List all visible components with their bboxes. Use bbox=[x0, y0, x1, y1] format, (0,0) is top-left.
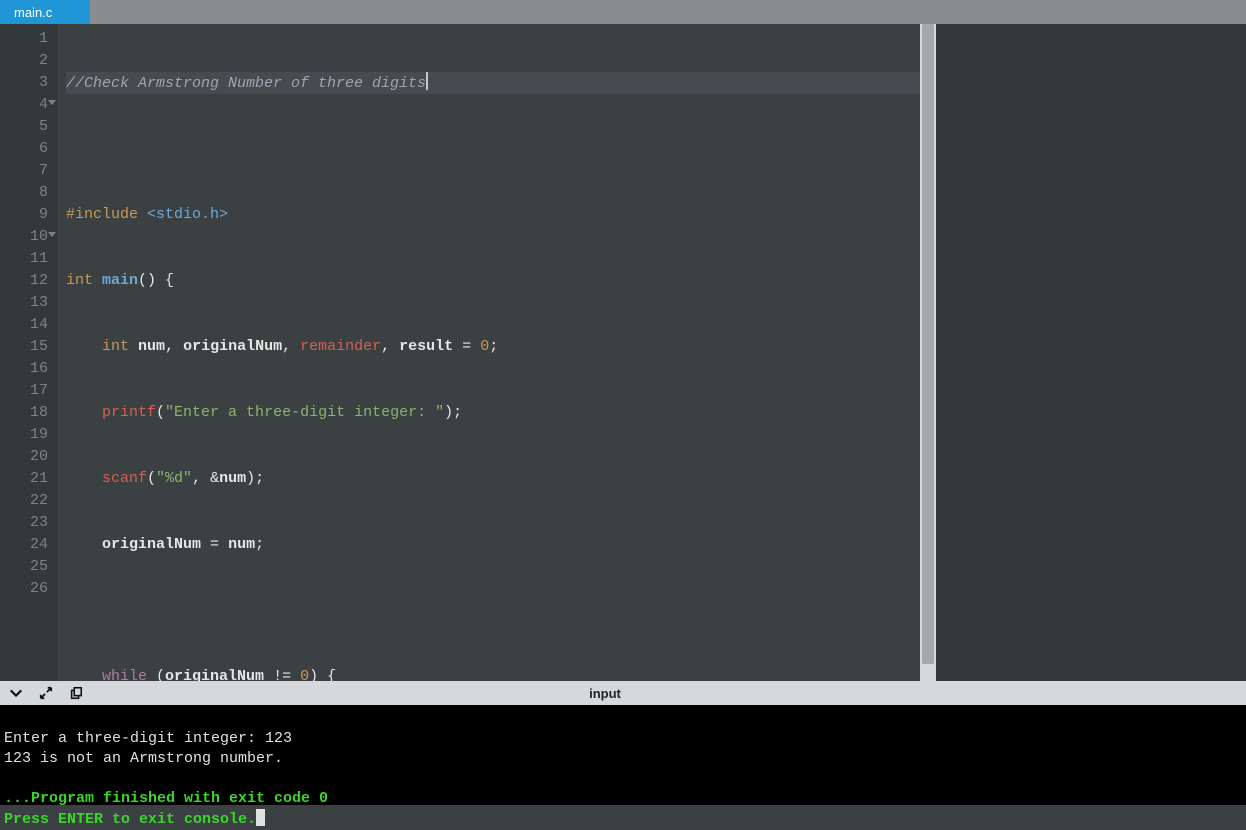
line-number: 14 bbox=[16, 314, 48, 336]
code-token: remainder bbox=[300, 338, 381, 355]
code-token: scanf bbox=[102, 470, 147, 487]
editor: 1234567891011121314151617181920212223242… bbox=[0, 24, 1246, 681]
code-token bbox=[66, 536, 102, 553]
line-number: 22 bbox=[16, 490, 48, 512]
line-number: 26 bbox=[16, 578, 48, 600]
fold-icon[interactable] bbox=[48, 232, 56, 237]
code-token: #include bbox=[66, 206, 138, 223]
code-token: () { bbox=[138, 272, 174, 289]
line-number: 19 bbox=[16, 424, 48, 446]
code-token: = bbox=[201, 536, 228, 553]
line-number: 10 bbox=[16, 226, 48, 248]
console-line: 123 is not an Armstrong number. bbox=[4, 750, 283, 767]
code-token: printf bbox=[102, 404, 156, 421]
code-token: <stdio.h> bbox=[138, 206, 228, 223]
code-token: "%d" bbox=[156, 470, 192, 487]
code-token: 0 bbox=[300, 668, 309, 681]
expand-icon[interactable] bbox=[38, 685, 54, 701]
line-number: 2 bbox=[16, 50, 48, 72]
code-token: originalNum bbox=[165, 668, 264, 681]
code-token: originalNum bbox=[102, 536, 201, 553]
tab-main-c[interactable]: main.c bbox=[0, 0, 90, 24]
line-number: 4 bbox=[16, 94, 48, 116]
line-number: 9 bbox=[16, 204, 48, 226]
code-token bbox=[129, 338, 138, 355]
line-gutter: 1234567891011121314151617181920212223242… bbox=[0, 24, 58, 681]
code-token: ; bbox=[255, 536, 264, 553]
code-token: , & bbox=[192, 470, 219, 487]
console-toolbar-label: input bbox=[589, 686, 621, 701]
console-output[interactable]: Enter a three-digit integer: 123 123 is … bbox=[0, 705, 1246, 805]
code-token: "Enter a three-digit integer: " bbox=[165, 404, 444, 421]
line-number: 18 bbox=[16, 402, 48, 424]
code-token bbox=[93, 272, 102, 289]
line-number: 3 bbox=[16, 72, 48, 94]
chevron-down-icon[interactable] bbox=[8, 685, 24, 701]
code-comment: //Check Armstrong Number of three digits bbox=[66, 75, 426, 92]
code-token: != bbox=[264, 668, 300, 681]
code-token: int bbox=[102, 338, 129, 355]
code-token: while bbox=[102, 668, 147, 681]
code-token: int bbox=[66, 272, 93, 289]
code-token: , bbox=[381, 338, 399, 355]
editor-scrollbar[interactable] bbox=[920, 24, 936, 681]
console-line: ...Program finished with exit code 0 bbox=[4, 790, 328, 807]
code-token: result bbox=[399, 338, 453, 355]
line-number: 8 bbox=[16, 182, 48, 204]
code-token: = bbox=[453, 338, 480, 355]
code-area[interactable]: //Check Armstrong Number of three digits… bbox=[58, 24, 920, 681]
code-token: ); bbox=[246, 470, 264, 487]
line-number: 17 bbox=[16, 380, 48, 402]
line-number: 5 bbox=[16, 116, 48, 138]
console-cursor bbox=[256, 809, 265, 826]
line-number: 20 bbox=[16, 446, 48, 468]
code-token: ; bbox=[489, 338, 498, 355]
line-number: 12 bbox=[16, 270, 48, 292]
line-number: 13 bbox=[16, 292, 48, 314]
code-token: ( bbox=[156, 404, 165, 421]
text-cursor bbox=[426, 72, 428, 90]
line-number: 6 bbox=[16, 138, 48, 160]
code-token: ) { bbox=[309, 668, 336, 681]
line-number: 1 bbox=[16, 28, 48, 50]
code-token: ( bbox=[147, 470, 156, 487]
copy-icon[interactable] bbox=[68, 685, 84, 701]
line-number: 25 bbox=[16, 556, 48, 578]
line-number: 16 bbox=[16, 358, 48, 380]
code-token: num bbox=[138, 338, 165, 355]
code-token bbox=[66, 470, 102, 487]
scrollbar-thumb[interactable] bbox=[922, 24, 934, 664]
console-toolbar: input bbox=[0, 681, 1246, 705]
console-line: Press ENTER to exit console. bbox=[4, 811, 256, 828]
code-token: 0 bbox=[480, 338, 489, 355]
line-number: 15 bbox=[16, 336, 48, 358]
code-token: num bbox=[219, 470, 246, 487]
code-token: ); bbox=[444, 404, 462, 421]
line-number: 21 bbox=[16, 468, 48, 490]
code-token: , bbox=[165, 338, 183, 355]
console-line: Enter a three-digit integer: 123 bbox=[4, 730, 292, 747]
code-token: num bbox=[228, 536, 255, 553]
code-token bbox=[66, 404, 102, 421]
code-token: originalNum bbox=[183, 338, 282, 355]
fold-icon[interactable] bbox=[48, 100, 56, 105]
line-number: 24 bbox=[16, 534, 48, 556]
editor-right-margin bbox=[936, 24, 1246, 681]
code-token: , bbox=[282, 338, 300, 355]
line-number: 11 bbox=[16, 248, 48, 270]
line-number: 7 bbox=[16, 160, 48, 182]
tab-bar: main.c bbox=[0, 0, 1246, 24]
code-token bbox=[66, 338, 102, 355]
code-token bbox=[66, 668, 102, 681]
code-token: ( bbox=[147, 668, 165, 681]
line-number: 23 bbox=[16, 512, 48, 534]
code-token: main bbox=[102, 272, 138, 289]
